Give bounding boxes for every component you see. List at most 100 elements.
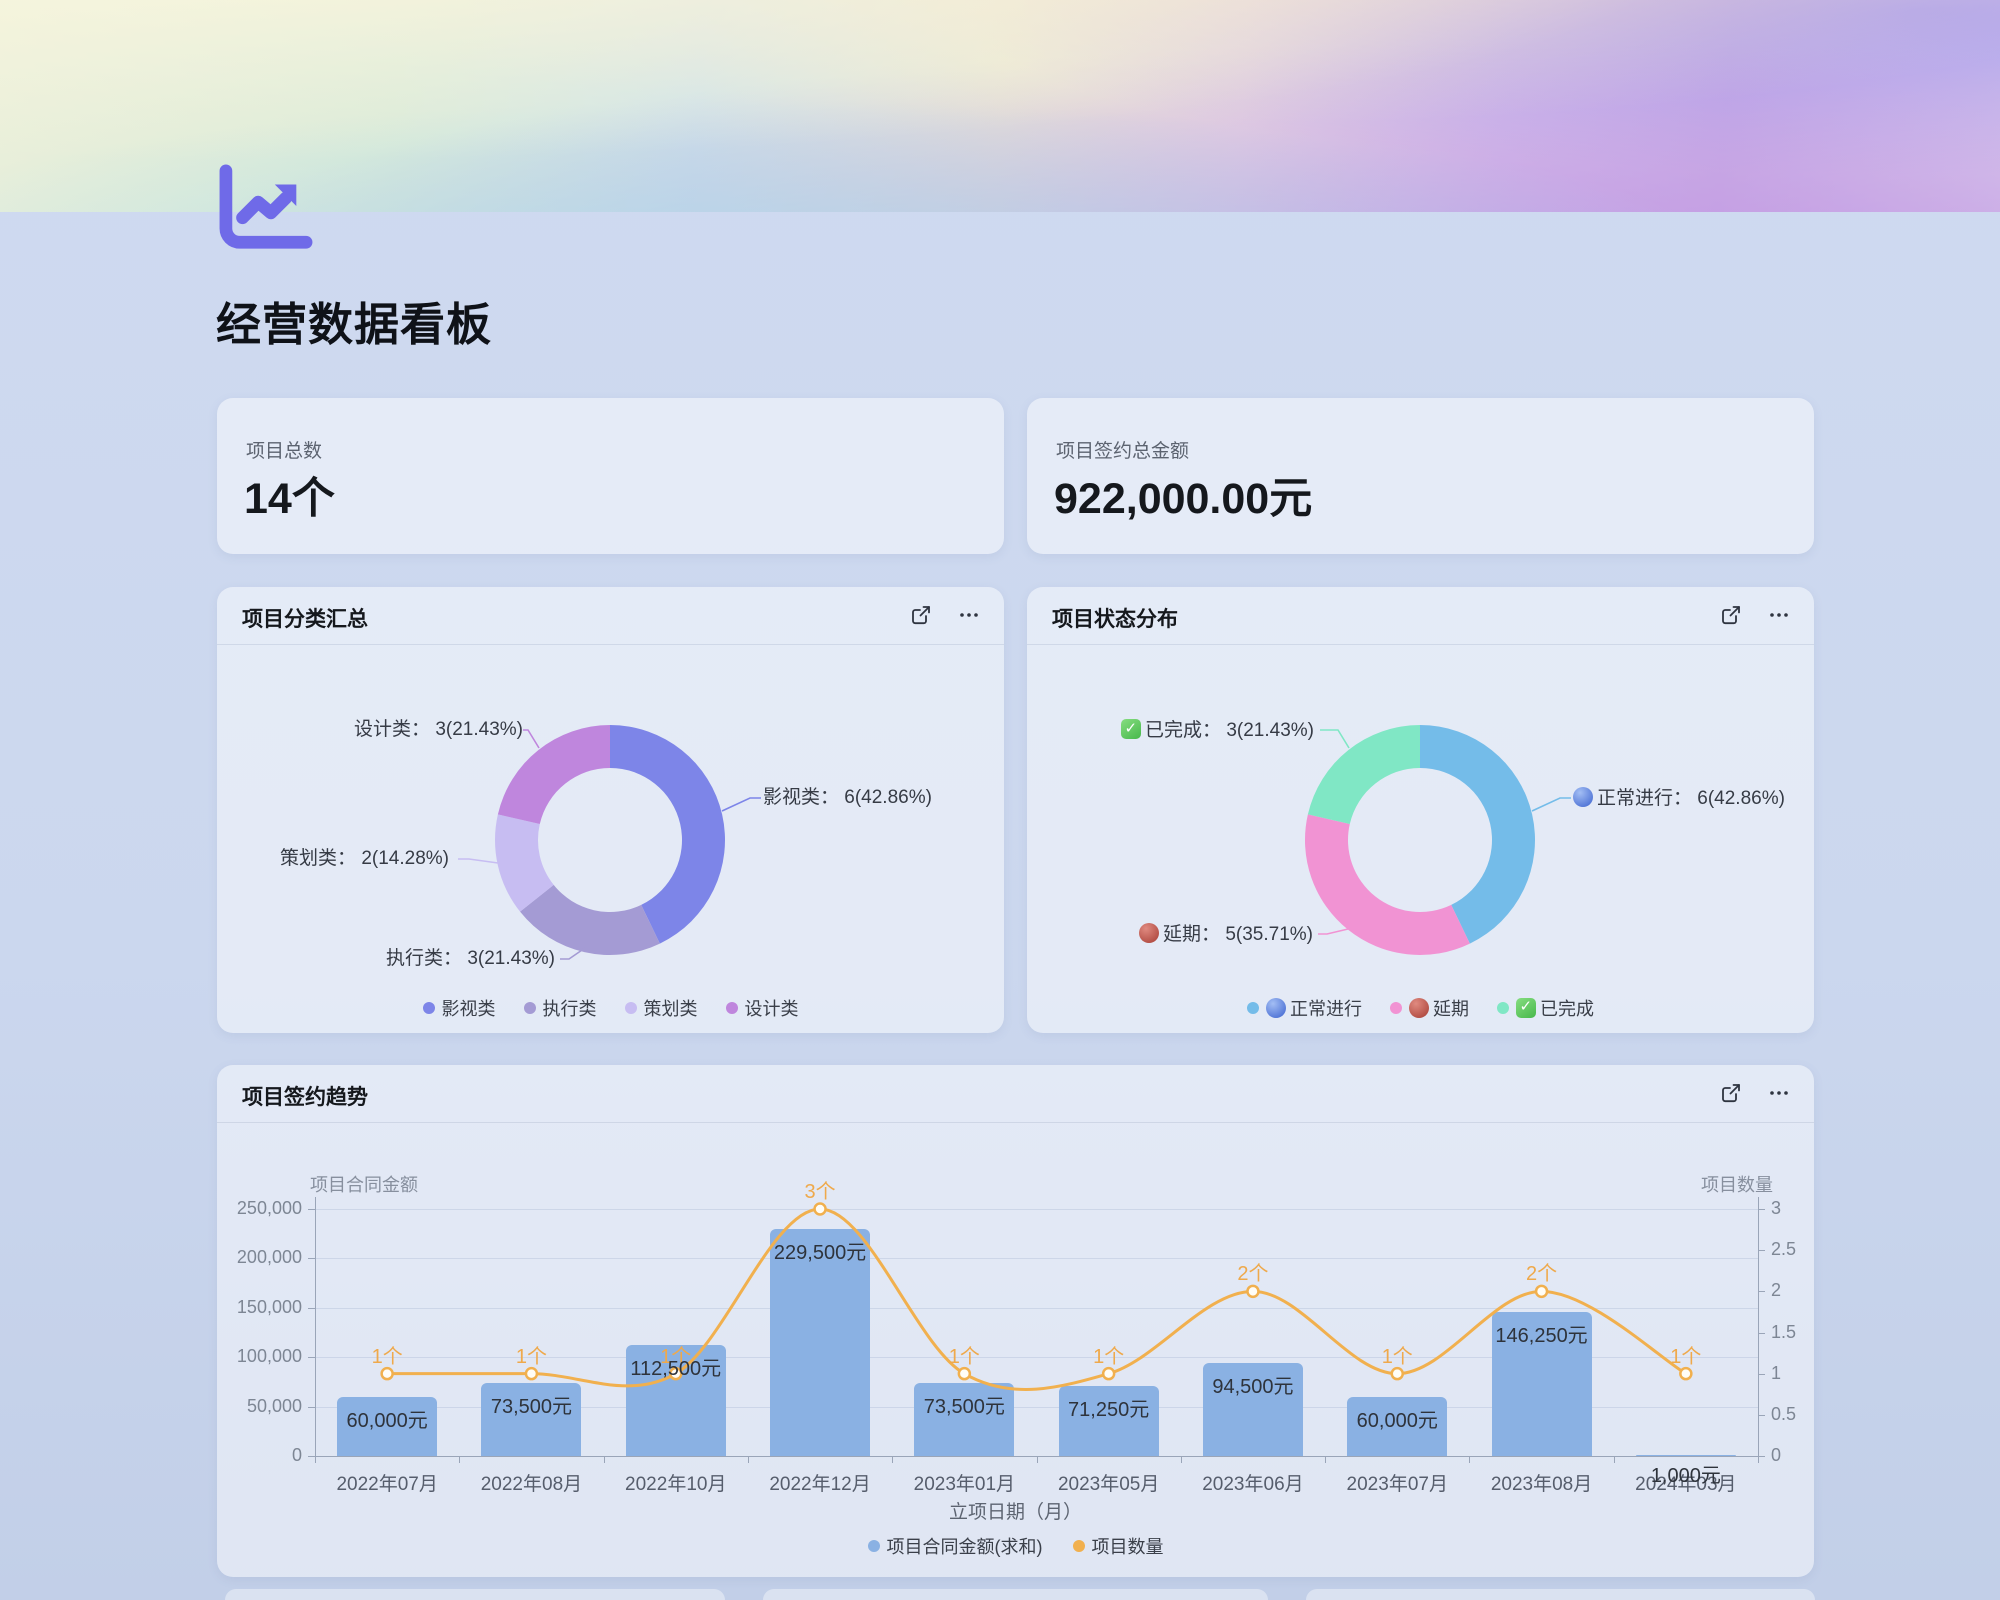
page-title: 经营数据看板 [216, 288, 492, 353]
legend-item[interactable]: 策划类 [625, 995, 698, 1021]
stat-label: 项目签约总金额 [1056, 436, 1189, 463]
bar-value-label: 71,250元 [1034, 1393, 1184, 1422]
callout-line [560, 948, 585, 959]
card-signing-trend: 项目签约趋势 项目合同金额 项目数量 050,000100,000150,000… [217, 1065, 1814, 1577]
line-value-label: 1个 [1357, 1340, 1437, 1369]
red-circle-emoji-icon [1409, 998, 1429, 1018]
x-tick [315, 1456, 316, 1463]
left-tick-label: 150,000 [210, 1297, 302, 1318]
pie-slice-已完成[interactable] [1308, 725, 1420, 824]
right-tick [1758, 1415, 1765, 1416]
callout-line [458, 859, 498, 863]
stat-card-total-projects: 项目总数 14个 [217, 398, 1004, 554]
x-tick [892, 1456, 893, 1463]
status-legend: 正常进行 延期 已完成 [1027, 995, 1814, 1021]
stat-card-total-amount: 项目签约总金额 922,000.00元 [1027, 398, 1814, 554]
legend-item[interactable]: 正常进行 [1247, 995, 1362, 1021]
category-legend: 影视类 执行类 策划类 设计类 [217, 995, 1004, 1021]
gridline [315, 1308, 1758, 1309]
chart-line-icon [217, 164, 315, 252]
red-circle-emoji-icon [1139, 923, 1159, 943]
pie-callout-execution: 执行类： 3(21.43%) [386, 948, 555, 970]
right-tick-label: 1 [1771, 1363, 1831, 1384]
legend-dot [524, 1002, 536, 1014]
bar-value-label: 94,500元 [1178, 1370, 1328, 1399]
right-axis-line [1758, 1197, 1759, 1456]
line-value-label: 1个 [924, 1340, 1004, 1369]
right-tick-label: 2 [1771, 1280, 1831, 1301]
line-marker[interactable] [959, 1368, 970, 1379]
status-donut-chart [1027, 587, 1814, 1033]
right-tick [1758, 1333, 1765, 1334]
line-marker[interactable] [1680, 1368, 1691, 1379]
right-tick-label: 2.5 [1771, 1239, 1831, 1260]
right-tick [1758, 1456, 1765, 1457]
line-value-label: 1个 [1069, 1340, 1149, 1369]
category-donut-chart [217, 587, 1004, 1033]
card-project-category: 项目分类汇总 影视类： 6(42.86%) 执行类： 3(21.43%) 策划类… [217, 587, 1004, 1033]
x-category-label: 2023年08月 [1467, 1469, 1617, 1496]
gridline [315, 1209, 1758, 1210]
left-tick [308, 1456, 315, 1457]
line-marker[interactable] [1247, 1286, 1258, 1297]
blue-circle-emoji-icon [1266, 998, 1286, 1018]
check-emoji-icon [1516, 998, 1536, 1018]
card-project-status: 项目状态分布 正常进行： 6(42.86%) 延期： 5(35.71%) 已完成… [1027, 587, 1814, 1033]
callout-line [1532, 798, 1571, 811]
legend-item[interactable]: 延期 [1390, 995, 1469, 1021]
pie-callout-film: 影视类： 6(42.86%) [763, 787, 932, 809]
legend-item[interactable]: 项目数量 [1073, 1533, 1164, 1559]
bar-value-label: 60,000元 [312, 1404, 462, 1433]
right-tick [1758, 1250, 1765, 1251]
line-marker[interactable] [1392, 1368, 1403, 1379]
bar-value-label: 229,500元 [745, 1236, 895, 1265]
pie-callout-completed: 已完成： 3(21.43%) [1121, 719, 1314, 742]
callout-line [1320, 730, 1349, 748]
blue-circle-emoji-icon [1573, 787, 1593, 807]
right-tick-label: 0.5 [1771, 1404, 1831, 1425]
left-tick [308, 1258, 315, 1259]
legend-dot [1390, 1002, 1402, 1014]
right-tick-label: 0 [1771, 1445, 1831, 1466]
bar-value-label: 73,500元 [889, 1390, 1039, 1419]
x-tick [1181, 1456, 1182, 1463]
line-value-label: 1个 [491, 1340, 571, 1369]
legend-item[interactable]: 项目合同金额(求和) [868, 1533, 1043, 1559]
legend-item[interactable]: 执行类 [524, 995, 597, 1021]
partial-card [225, 1589, 725, 1600]
line-marker[interactable] [526, 1368, 537, 1379]
pie-callout-design: 设计类： 3(21.43%) [354, 719, 523, 741]
line-value-label: 1个 [347, 1340, 427, 1369]
legend-dot [1073, 1540, 1085, 1552]
bar-2024年03月[interactable] [1636, 1455, 1736, 1456]
stat-value: 14个 [244, 464, 335, 526]
x-category-label: 2022年07月 [312, 1469, 462, 1496]
bar-value-label: 146,250元 [1467, 1319, 1617, 1348]
line-marker[interactable] [1103, 1368, 1114, 1379]
x-tick [1037, 1456, 1038, 1463]
right-tick-label: 1.5 [1771, 1322, 1831, 1343]
legend-dot [1247, 1002, 1259, 1014]
bar-value-label: 73,500元 [456, 1390, 606, 1419]
legend-item[interactable]: 设计类 [726, 995, 799, 1021]
x-tick [459, 1456, 460, 1463]
x-tick [748, 1456, 749, 1463]
partial-card [763, 1589, 1268, 1600]
left-tick [308, 1209, 315, 1210]
pie-slice-执行类[interactable] [520, 885, 660, 955]
stat-value: 922,000.00元 [1054, 464, 1312, 526]
bar-value-label: 60,000元 [1322, 1404, 1472, 1433]
line-value-label: 2个 [1502, 1257, 1582, 1286]
line-marker[interactable] [1536, 1286, 1547, 1297]
x-category-label: 2023年05月 [1034, 1469, 1184, 1496]
pie-callout-planning: 策划类： 2(14.28%) [280, 848, 449, 870]
left-tick [308, 1308, 315, 1309]
legend-item[interactable]: 影视类 [423, 995, 496, 1021]
pie-callout-delayed: 延期： 5(35.71%) [1139, 923, 1313, 946]
left-tick-label: 250,000 [210, 1198, 302, 1219]
legend-item[interactable]: 已完成 [1497, 995, 1594, 1021]
partial-card [1306, 1589, 1815, 1600]
line-marker[interactable] [382, 1368, 393, 1379]
x-tick [1469, 1456, 1470, 1463]
line-value-label: 3个 [780, 1175, 860, 1204]
